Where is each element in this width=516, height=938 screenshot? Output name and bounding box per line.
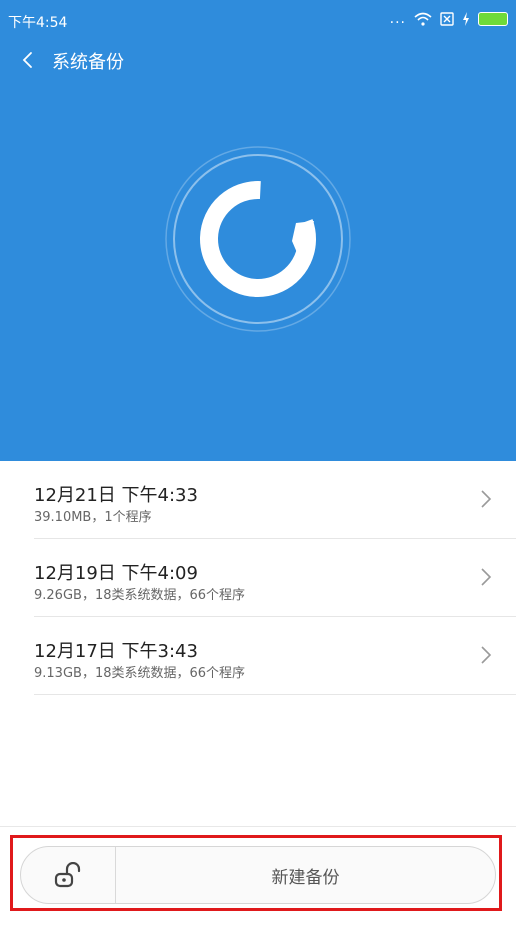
backup-item-subtitle: 9.26GB，18类系统数据，66个程序 [34,588,246,603]
chevron-right-icon [481,568,492,586]
backup-item-subtitle: 9.13GB，18类系统数据，66个程序 [34,666,246,681]
status-bar: 下午4:54 ... [0,6,516,34]
backup-item-title: 12月21日 下午4:33 [34,485,198,506]
sim-icon [440,12,454,26]
backup-item[interactable]: 12月19日 下午4:09 9.26GB，18类系统数据，66个程序 [34,539,516,617]
backup-item[interactable]: 12月21日 下午4:33 39.10MB，1个程序 [34,461,516,539]
backup-item-title: 12月17日 下午3:43 [34,641,198,662]
backup-item-title: 12月19日 下午4:09 [34,563,198,584]
backup-item-subtitle: 39.10MB，1个程序 [34,510,152,525]
backup-item[interactable]: 12月17日 下午3:43 9.13GB，18类系统数据，66个程序 [34,617,516,695]
backup-list: 12月21日 下午4:33 39.10MB，1个程序 12月19日 下午4:09… [34,461,516,695]
wifi-icon [414,12,432,26]
lock-button[interactable] [21,847,116,903]
unlock-icon [54,862,81,888]
back-icon[interactable] [16,48,40,72]
chevron-right-icon [481,490,492,508]
chevron-right-icon [481,646,492,664]
new-backup-button[interactable]: 新建备份 [116,847,495,903]
battery-icon [478,12,508,26]
bottom-divider [0,826,516,827]
app-header: 系统备份 [0,40,516,80]
bottom-action-bar: 新建备份 [20,846,496,904]
backup-logo-icon [164,145,352,333]
status-time: 下午4:54 [8,15,68,31]
status-icons: ... [390,11,508,27]
hero-banner: 下午4:54 ... 系统备份 [0,0,516,461]
page-title: 系统备份 [52,52,124,73]
charging-icon [463,12,469,26]
more-dots: ... [389,11,406,27]
